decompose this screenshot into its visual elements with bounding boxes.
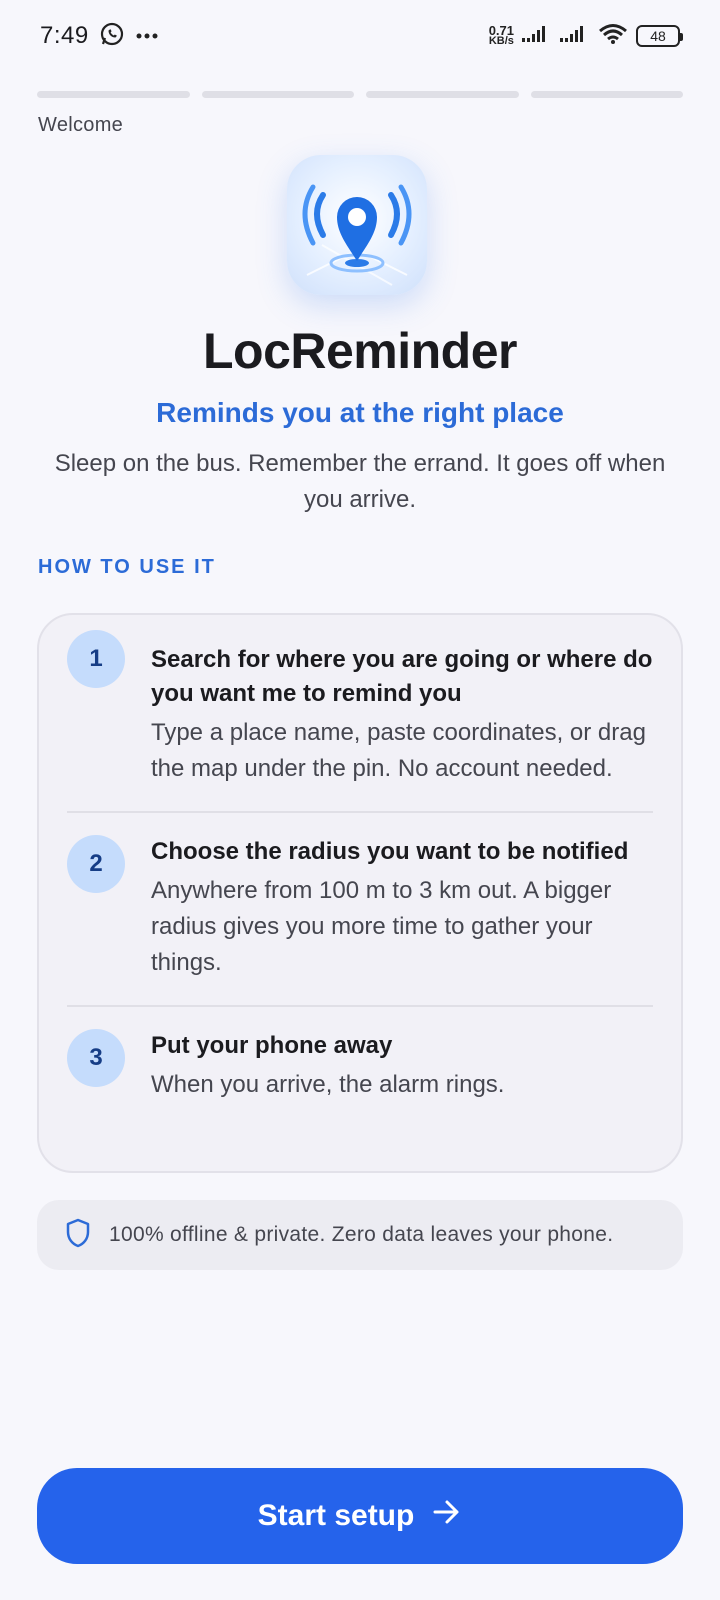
progress-segment — [201, 91, 354, 98]
start-setup-label: Start setup — [257, 1499, 415, 1532]
step-title: Put your phone away — [151, 1032, 393, 1059]
step-number-badge: 1 — [67, 630, 125, 688]
step-number-badge: 3 — [67, 1029, 125, 1087]
progress-segment — [530, 91, 683, 98]
arrow-right-icon — [432, 1499, 462, 1533]
app-description: Sleep on the bus. Remember the errand. I… — [54, 450, 666, 513]
app-logo — [287, 155, 427, 295]
privacy-banner: 100% offline & private. Zero data leaves… — [37, 1200, 683, 1270]
privacy-text: 100% offline & private. Zero data leaves… — [109, 1223, 614, 1246]
start-setup-button[interactable]: Start setup — [37, 1468, 683, 1564]
onboarding-step-label: Welcome — [38, 114, 124, 136]
status-time: 7:49 — [40, 22, 89, 49]
status-bar-right: 0.71 KB/s 48 — [488, 23, 683, 50]
signal-icon-2 — [560, 24, 590, 49]
location-pin-icon — [302, 184, 412, 286]
onboarding-progress — [37, 91, 683, 98]
progress-segment — [366, 91, 519, 98]
how-to-step: 2 Choose the radius you want to be notif… — [67, 813, 653, 1005]
status-bar-left: 7:49 — [40, 21, 159, 52]
how-to-title: HOW TO USE IT — [38, 556, 216, 578]
network-speed-unit: KB/s — [488, 35, 514, 47]
step-description: Type a place name, paste coordinates, or… — [151, 719, 646, 782]
status-bar: 7:49 0.71 KB/s 48 — [0, 0, 720, 72]
battery-icon: 48 — [636, 25, 683, 47]
whatsapp-icon — [99, 21, 125, 52]
how-to-card: 1 Search for where you are going or wher… — [37, 613, 683, 1173]
network-speed: 0.71 KB/s — [488, 24, 514, 47]
more-notifications-icon — [135, 27, 159, 45]
step-title: Choose the radius you want to be notifie… — [151, 838, 629, 865]
how-to-step: 3 Put your phone away When you arrive, t… — [67, 1007, 653, 1127]
wifi-icon — [598, 23, 628, 50]
app-tagline: Reminds you at the right place — [156, 397, 564, 428]
step-number-badge: 2 — [67, 835, 125, 893]
step-description: When you arrive, the alarm rings. — [151, 1071, 505, 1098]
step-title: Search for where you are going or where … — [151, 646, 653, 707]
progress-segment — [37, 91, 190, 98]
signal-icon — [522, 24, 552, 49]
step-description: Anywhere from 100 m to 3 km out. A bigge… — [151, 877, 612, 976]
app-name: LocReminder — [202, 323, 518, 379]
how-to-step: 1 Search for where you are going or wher… — [67, 615, 653, 811]
shield-icon — [65, 1218, 91, 1253]
